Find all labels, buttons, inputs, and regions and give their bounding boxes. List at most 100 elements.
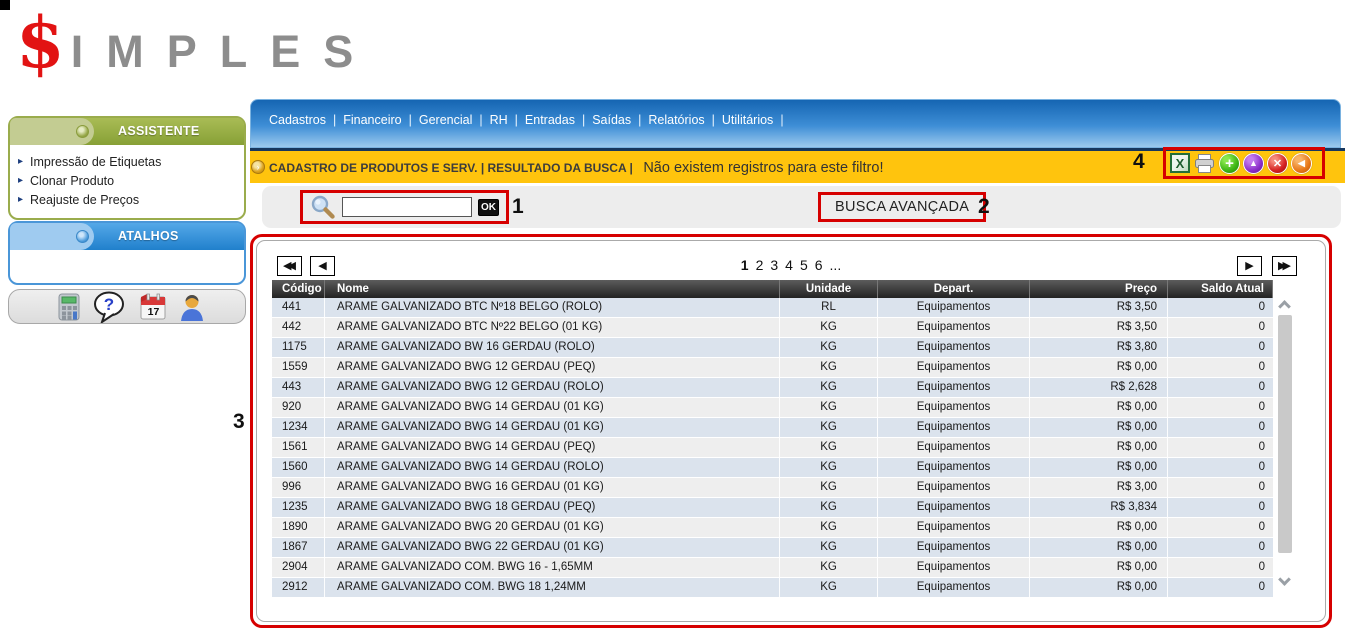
column-header[interactable]: Preço: [1030, 280, 1168, 298]
table-cell: KG: [780, 418, 878, 437]
column-header[interactable]: Unidade: [780, 280, 878, 298]
table-row[interactable]: 441ARAME GALVANIZADO BTC Nº18 BELGO (ROL…: [272, 298, 1273, 318]
help-icon[interactable]: ?: [92, 291, 128, 323]
search-input[interactable]: [342, 197, 472, 217]
search-icon: [310, 194, 336, 220]
scroll-down-icon[interactable]: [1278, 573, 1291, 586]
menu-item[interactable]: Relatórios: [648, 113, 704, 127]
table-row[interactable]: 1234ARAME GALVANIZADO BWG 14 GERDAU (01 …: [272, 418, 1273, 438]
user-icon[interactable]: [178, 292, 206, 322]
calculator-icon[interactable]: [57, 292, 81, 322]
panel-arrow-icon: [76, 125, 89, 138]
table-row[interactable]: 1560ARAME GALVANIZADO BWG 14 GERDAU (ROL…: [272, 458, 1273, 478]
table-row[interactable]: 2904ARAME GALVANIZADO COM. BWG 16 - 1,65…: [272, 558, 1273, 578]
menu-item[interactable]: Entradas: [525, 113, 575, 127]
table-cell: Equipamentos: [878, 498, 1030, 517]
table-cell: KG: [780, 438, 878, 457]
close-icon[interactable]: ✕: [1267, 153, 1288, 174]
table-cell: 0: [1168, 358, 1273, 377]
table-row[interactable]: 1561ARAME GALVANIZADO BWG 14 GERDAU (PEQ…: [272, 438, 1273, 458]
menu-item[interactable]: Gerencial: [419, 113, 473, 127]
table-row[interactable]: 1867ARAME GALVANIZADO BWG 22 GERDAU (01 …: [272, 538, 1273, 558]
page-number[interactable]: ...: [830, 257, 842, 273]
table-row[interactable]: 1559ARAME GALVANIZADO BWG 12 GERDAU (PEQ…: [272, 358, 1273, 378]
table-row[interactable]: 1235ARAME GALVANIZADO BWG 18 GERDAU (PEQ…: [272, 498, 1273, 518]
page-number[interactable]: 5: [800, 257, 808, 273]
table-row[interactable]: 443ARAME GALVANIZADO BWG 12 GERDAU (ROLO…: [272, 378, 1273, 398]
logo-text: IMPLES: [71, 26, 377, 78]
scroll-up-icon[interactable]: [1278, 300, 1291, 313]
table-cell: KG: [780, 578, 878, 597]
table-cell: ARAME GALVANIZADO BWG 14 GERDAU (PEQ): [325, 438, 780, 457]
menu-item[interactable]: RH: [490, 113, 508, 127]
menu-item[interactable]: Cadastros: [269, 113, 326, 127]
search-ok-button[interactable]: OK: [478, 199, 499, 216]
app-logo: $ IMPLES: [16, 4, 376, 82]
menu-item[interactable]: Financeiro: [343, 113, 401, 127]
table-row[interactable]: 1175ARAME GALVANIZADO BW 16 GERDAU (ROLO…: [272, 338, 1273, 358]
menu-item[interactable]: Saídas: [592, 113, 631, 127]
table-cell: 0: [1168, 338, 1273, 357]
svg-text:?: ?: [104, 295, 114, 314]
sidebar-item[interactable]: ▸Clonar Produto: [10, 171, 244, 190]
annotation-2: 2: [978, 195, 990, 219]
page-numbers: 123456...: [253, 257, 1329, 273]
table-cell: ARAME GALVANIZADO BWG 22 GERDAU (01 KG): [325, 538, 780, 557]
table-row[interactable]: 1890ARAME GALVANIZADO BWG 20 GERDAU (01 …: [272, 518, 1273, 538]
column-header[interactable]: Código: [272, 280, 325, 298]
table-cell: 2904: [272, 558, 325, 577]
table-cell: 1890: [272, 518, 325, 537]
column-header[interactable]: Depart.: [878, 280, 1030, 298]
page-number[interactable]: 4: [785, 257, 793, 273]
table-cell: R$ 3,50: [1030, 298, 1168, 317]
table-cell: 0: [1168, 558, 1273, 577]
quick-icons-tray: ? 17: [8, 289, 246, 324]
table-cell: 996: [272, 478, 325, 497]
back-icon[interactable]: ◀: [1291, 153, 1312, 174]
table-cell: Equipamentos: [878, 478, 1030, 497]
page-number[interactable]: 1: [741, 257, 749, 273]
table-row[interactable]: 996ARAME GALVANIZADO BWG 16 GERDAU (01 K…: [272, 478, 1273, 498]
menu-item[interactable]: Utilitários: [722, 113, 773, 127]
vertical-scrollbar[interactable]: [1276, 299, 1295, 587]
table-cell: 0: [1168, 378, 1273, 397]
column-header[interactable]: Nome: [325, 280, 780, 298]
sidebar-item[interactable]: ▸Reajuste de Preços: [10, 190, 244, 209]
bullet-arrow-icon: ▸: [18, 175, 23, 186]
move-up-icon[interactable]: ▲: [1243, 153, 1264, 174]
annotation-4: 4: [1133, 150, 1145, 174]
table-row[interactable]: 2912ARAME GALVANIZADO COM. BWG 18 1,24MM…: [272, 578, 1273, 598]
table-cell: 0: [1168, 518, 1273, 537]
excel-export-icon[interactable]: X: [1170, 153, 1190, 173]
page-number[interactable]: 2: [756, 257, 764, 273]
table-header: CódigoNomeUnidadeDepart.PreçoSaldo Atual: [272, 280, 1273, 298]
status-message: Não existem registros para este filtro!: [643, 160, 883, 176]
breadcrumb: CADASTRO DE PRODUTOS E SERV. | RESULTADO…: [269, 161, 633, 175]
calendar-icon[interactable]: 17: [139, 292, 167, 322]
table-cell: 0: [1168, 458, 1273, 477]
table-cell: Equipamentos: [878, 378, 1030, 397]
sidebar-item[interactable]: ▸Impressão de Etiquetas: [10, 152, 244, 171]
column-header[interactable]: Saldo Atual: [1168, 280, 1273, 298]
table-cell: 0: [1168, 438, 1273, 457]
scrollbar-thumb[interactable]: [1278, 315, 1292, 553]
table-cell: 0: [1168, 418, 1273, 437]
table-cell: KG: [780, 318, 878, 337]
table-row[interactable]: 920ARAME GALVANIZADO BWG 14 GERDAU (01 K…: [272, 398, 1273, 418]
atalhos-body: [10, 250, 244, 283]
table-cell: ARAME GALVANIZADO BWG 12 GERDAU (PEQ): [325, 358, 780, 377]
add-icon[interactable]: +: [1219, 153, 1240, 174]
table-cell: R$ 3,00: [1030, 478, 1168, 497]
print-icon[interactable]: [1193, 153, 1216, 174]
page-number[interactable]: 3: [770, 257, 778, 273]
table-cell: R$ 0,00: [1030, 538, 1168, 557]
pagination-last-button[interactable]: ▶▶: [1272, 256, 1297, 276]
table-row[interactable]: 442ARAME GALVANIZADO BTC Nº22 BELGO (01 …: [272, 318, 1273, 338]
advanced-search-button[interactable]: BUSCA AVANÇADA: [818, 192, 986, 222]
page-number[interactable]: 6: [815, 257, 823, 273]
table-cell: 1561: [272, 438, 325, 457]
table-cell: Equipamentos: [878, 398, 1030, 417]
pagination-next-button[interactable]: ▶: [1237, 256, 1262, 276]
table-cell: KG: [780, 398, 878, 417]
assistente-header: ASSISTENTE: [10, 118, 244, 145]
